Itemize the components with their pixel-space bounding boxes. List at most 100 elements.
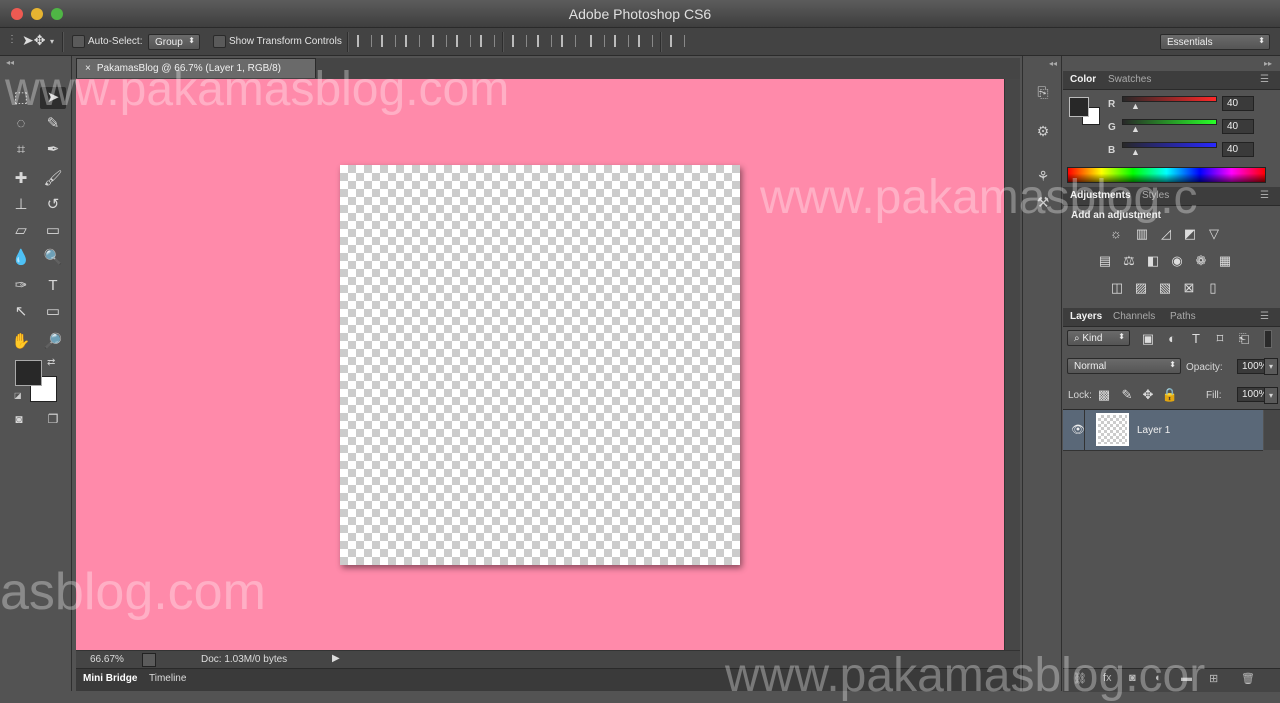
zoom-level[interactable]: 66.67% <box>90 654 124 665</box>
crop-tool-icon[interactable]: ⌗ <box>8 139 34 161</box>
vertical-scrollbar[interactable] <box>1004 79 1020 650</box>
blend-mode-dropdown[interactable]: Normal ⬍ <box>1067 358 1181 374</box>
filter-pixel-layers-icon[interactable]: ▣ <box>1139 331 1157 347</box>
expand-panels-icon[interactable]: ◂◂ <box>1049 59 1057 68</box>
color-lookup-icon[interactable]: ▦ <box>1216 253 1234 269</box>
red-slider-thumb[interactable]: ▲ <box>1131 101 1140 111</box>
filter-adjustment-layers-icon[interactable]: ◐ <box>1163 331 1181 347</box>
layer-name[interactable]: Layer 1 <box>1137 425 1170 436</box>
rectangle-tool-icon[interactable]: ▭ <box>40 301 66 323</box>
color-balance-icon[interactable]: ⚖ <box>1120 253 1138 269</box>
blur-tool-icon[interactable]: 💧 <box>8 247 34 269</box>
threshold-icon[interactable]: ▧ <box>1156 280 1174 296</box>
black-white-icon[interactable]: ◧ <box>1144 253 1162 269</box>
hue-saturation-icon[interactable]: ▤ <box>1096 253 1114 269</box>
fill-slider-toggle[interactable]: ▾ <box>1264 387 1278 404</box>
path-selection-tool-icon[interactable]: ↖ <box>8 301 34 323</box>
zoom-tool-icon[interactable]: 🔎 <box>40 331 66 353</box>
layer-filter-kind-dropdown[interactable]: ⌕ Kind ⬍ <box>1067 330 1130 346</box>
workspace-switcher[interactable]: Essentials ⬍ <box>1160 34 1270 50</box>
auto-select-checkbox[interactable] <box>72 35 85 48</box>
new-layer-icon[interactable]: ⊞ <box>1209 672 1218 685</box>
gradient-map-icon[interactable]: ▯ <box>1204 280 1222 296</box>
layer-visibility-eye-icon[interactable]: 👁 <box>1071 423 1085 436</box>
gradient-tool-icon[interactable]: ▭ <box>40 220 66 242</box>
tab-paths[interactable]: Paths <box>1170 311 1196 322</box>
quick-mask-icon[interactable]: ◙ <box>6 408 32 430</box>
align-right-edges-icon[interactable] <box>480 35 495 47</box>
red-value-field[interactable]: 40 <box>1222 96 1254 111</box>
layer-row[interactable]: 👁 Layer 1 <box>1063 410 1263 450</box>
curves-icon[interactable]: ◿ <box>1157 226 1175 242</box>
layer-thumbnail[interactable] <box>1096 413 1129 446</box>
filter-smart-objects-icon[interactable]: ⎗ <box>1235 331 1253 347</box>
panel-menu-icon[interactable]: ☰ <box>1260 74 1269 85</box>
type-tool-icon[interactable]: T <box>40 275 66 297</box>
tab-mini-bridge[interactable]: Mini Bridge <box>83 673 137 684</box>
vibrance-icon[interactable]: ▽ <box>1205 226 1223 242</box>
hand-tool-icon[interactable]: ✋ <box>8 331 34 353</box>
color-foreground-swatch[interactable] <box>1069 97 1089 117</box>
collapse-dock-icon[interactable]: ▸▸ <box>1264 59 1272 68</box>
history-panel-icon[interactable]: ⎘ <box>1033 84 1053 104</box>
default-colors-icon[interactable]: ◪ <box>14 391 22 400</box>
align-horizontal-centers-icon[interactable] <box>456 35 471 47</box>
align-vertical-centers-icon[interactable] <box>381 35 396 47</box>
preset-chevron-icon[interactable]: ▾ <box>50 37 54 46</box>
brush-tool-icon[interactable]: 🖌 <box>40 168 66 190</box>
green-value-field[interactable]: 40 <box>1222 119 1254 134</box>
screen-mode-icon[interactable]: ❐ <box>40 408 66 430</box>
history-brush-tool-icon[interactable]: ↺ <box>40 194 66 216</box>
levels-icon[interactable]: ▥ <box>1133 226 1151 242</box>
distribute-top-edges-icon[interactable] <box>512 35 527 47</box>
show-transform-controls-checkbox[interactable] <box>213 35 226 48</box>
blue-value-field[interactable]: 40 <box>1222 142 1254 157</box>
exposure-icon[interactable]: ◩ <box>1181 226 1199 242</box>
distribute-vertical-centers-icon[interactable] <box>537 35 552 47</box>
photo-filter-icon[interactable]: ◉ <box>1168 253 1186 269</box>
distribute-left-edges-icon[interactable] <box>590 35 605 47</box>
eyedropper-tool-icon[interactable]: ✒ <box>40 139 66 161</box>
tab-swatches[interactable]: Swatches <box>1108 74 1151 85</box>
blue-slider-thumb[interactable]: ▲ <box>1131 147 1140 157</box>
green-slider-thumb[interactable]: ▲ <box>1131 124 1140 134</box>
swap-colors-icon[interactable]: ⇄ <box>47 357 55 368</box>
status-options-icon[interactable] <box>142 653 156 667</box>
distribute-right-edges-icon[interactable] <box>638 35 653 47</box>
align-left-edges-icon[interactable] <box>432 35 447 47</box>
lock-position-icon[interactable]: ✥ <box>1139 387 1157 403</box>
pen-tool-icon[interactable]: ✑ <box>8 275 34 297</box>
tab-timeline[interactable]: Timeline <box>149 673 186 684</box>
tab-color[interactable]: Color <box>1070 74 1096 85</box>
dodge-tool-icon[interactable]: 🔍 <box>40 247 66 269</box>
panel-menu-icon[interactable]: ☰ <box>1260 190 1269 201</box>
layers-scrollbar[interactable] <box>1264 410 1280 450</box>
properties-panel-icon[interactable]: ⚙ <box>1033 123 1053 143</box>
distribute-bottom-edges-icon[interactable] <box>561 35 576 47</box>
distribute-horizontal-centers-icon[interactable] <box>614 35 629 47</box>
opacity-slider-toggle[interactable]: ▾ <box>1264 358 1278 375</box>
tab-layers[interactable]: Layers <box>1070 311 1102 322</box>
align-bottom-edges-icon[interactable] <box>405 35 420 47</box>
spot-healing-brush-icon[interactable]: ✚ <box>8 168 34 190</box>
posterize-icon[interactable]: ▨ <box>1132 280 1150 296</box>
panel-menu-icon[interactable]: ☰ <box>1260 311 1269 322</box>
auto-align-layers-icon[interactable] <box>670 35 685 47</box>
channel-mixer-icon[interactable]: ❁ <box>1192 253 1210 269</box>
lock-image-pixels-icon[interactable]: ✎ <box>1118 387 1136 403</box>
clone-stamp-tool-icon[interactable]: ⊥ <box>8 194 34 216</box>
lock-all-icon[interactable]: 🔒 <box>1161 387 1179 403</box>
move-tool-preset-icon[interactable]: ➤✥ <box>22 32 45 49</box>
tab-channels[interactable]: Channels <box>1113 311 1155 322</box>
status-menu-arrow-icon[interactable]: ▶ <box>332 653 340 664</box>
document-canvas[interactable] <box>340 165 740 565</box>
foreground-color-swatch[interactable] <box>15 360 42 386</box>
filter-shape-layers-icon[interactable]: ⌑ <box>1211 331 1229 347</box>
filter-toggle-switch[interactable] <box>1264 330 1272 348</box>
brightness-contrast-icon[interactable]: ☼ <box>1107 226 1125 242</box>
invert-icon[interactable]: ◫ <box>1108 280 1126 296</box>
selective-color-icon[interactable]: ⊠ <box>1180 280 1198 296</box>
lock-transparent-pixels-icon[interactable]: ▩ <box>1095 387 1113 403</box>
align-top-edges-icon[interactable] <box>357 35 372 47</box>
delete-layer-icon[interactable]: 🗑 <box>1241 672 1255 685</box>
